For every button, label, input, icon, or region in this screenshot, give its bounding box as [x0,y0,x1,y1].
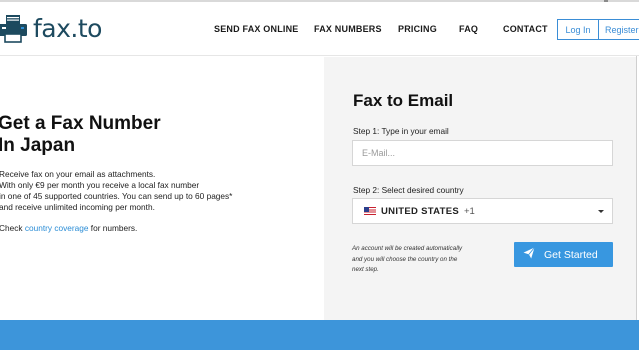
hero-text-line: in one of 45 supported countries. You ca… [0,190,233,201]
account-note: An account will be created automatically… [352,244,462,276]
login-button[interactable]: Log In [557,19,599,40]
footer-band [0,320,639,350]
fax-machine-icon [0,14,29,44]
hero-text-line: Receive fax on your email as attachments… [0,169,156,179]
register-button[interactable]: Register [598,19,639,40]
country-coverage-link[interactable]: country coverage [25,223,89,233]
country-name: UNITED STATES [381,205,459,217]
note-line: An account will be created automatically [352,245,463,252]
get-started-label: Get Started [544,248,598,261]
email-input[interactable] [352,140,613,166]
nav-contact[interactable]: CONTACT [503,24,548,34]
site-header: fax.to SEND FAX ONLINE FAX NUMBERS PRICI… [0,2,639,56]
hero-text-line: and receive unlimited incoming per month… [0,201,155,212]
logo-wordmark: fax.to [33,14,102,43]
coverage-prefix: Check [0,223,25,233]
form-title: Fax to Email [353,91,454,110]
hero-description: Receive fax on your email as attachments… [0,169,232,213]
hero-text-line: With only €9 per month you receive a loc… [0,179,200,190]
hero-title: Get a Fax Number In Japan [0,113,161,157]
hero-title-line-2: In Japan [0,135,76,156]
nav-send-fax-online[interactable]: SEND FAX ONLINE [214,24,299,34]
country-select[interactable]: UNITED STATES +1 [352,198,613,224]
nav-faq[interactable]: FAQ [459,24,478,34]
hero-title-line-1: Get a Fax Number [0,113,161,134]
step2-label: Step 2: Select desired country [353,185,464,195]
chevron-down-icon [598,210,604,213]
get-started-button[interactable]: Get Started [514,242,613,267]
coverage-suffix: for numbers. [88,223,138,233]
step1-label: Step 1: Type in your email [353,126,449,136]
page-right-edge [636,56,637,320]
coverage-note: Check country coverage for numbers. [0,223,137,233]
note-line: and you will choose the country on the [352,255,458,263]
nav-pricing[interactable]: PRICING [398,24,437,34]
nav-fax-numbers[interactable]: FAX NUMBERS [314,24,382,34]
country-dial-code: +1 [463,205,475,217]
paper-plane-icon [523,247,544,262]
note-line: next step. [352,266,379,274]
us-flag-icon [364,207,376,215]
site-logo[interactable]: fax.to [0,13,102,45]
